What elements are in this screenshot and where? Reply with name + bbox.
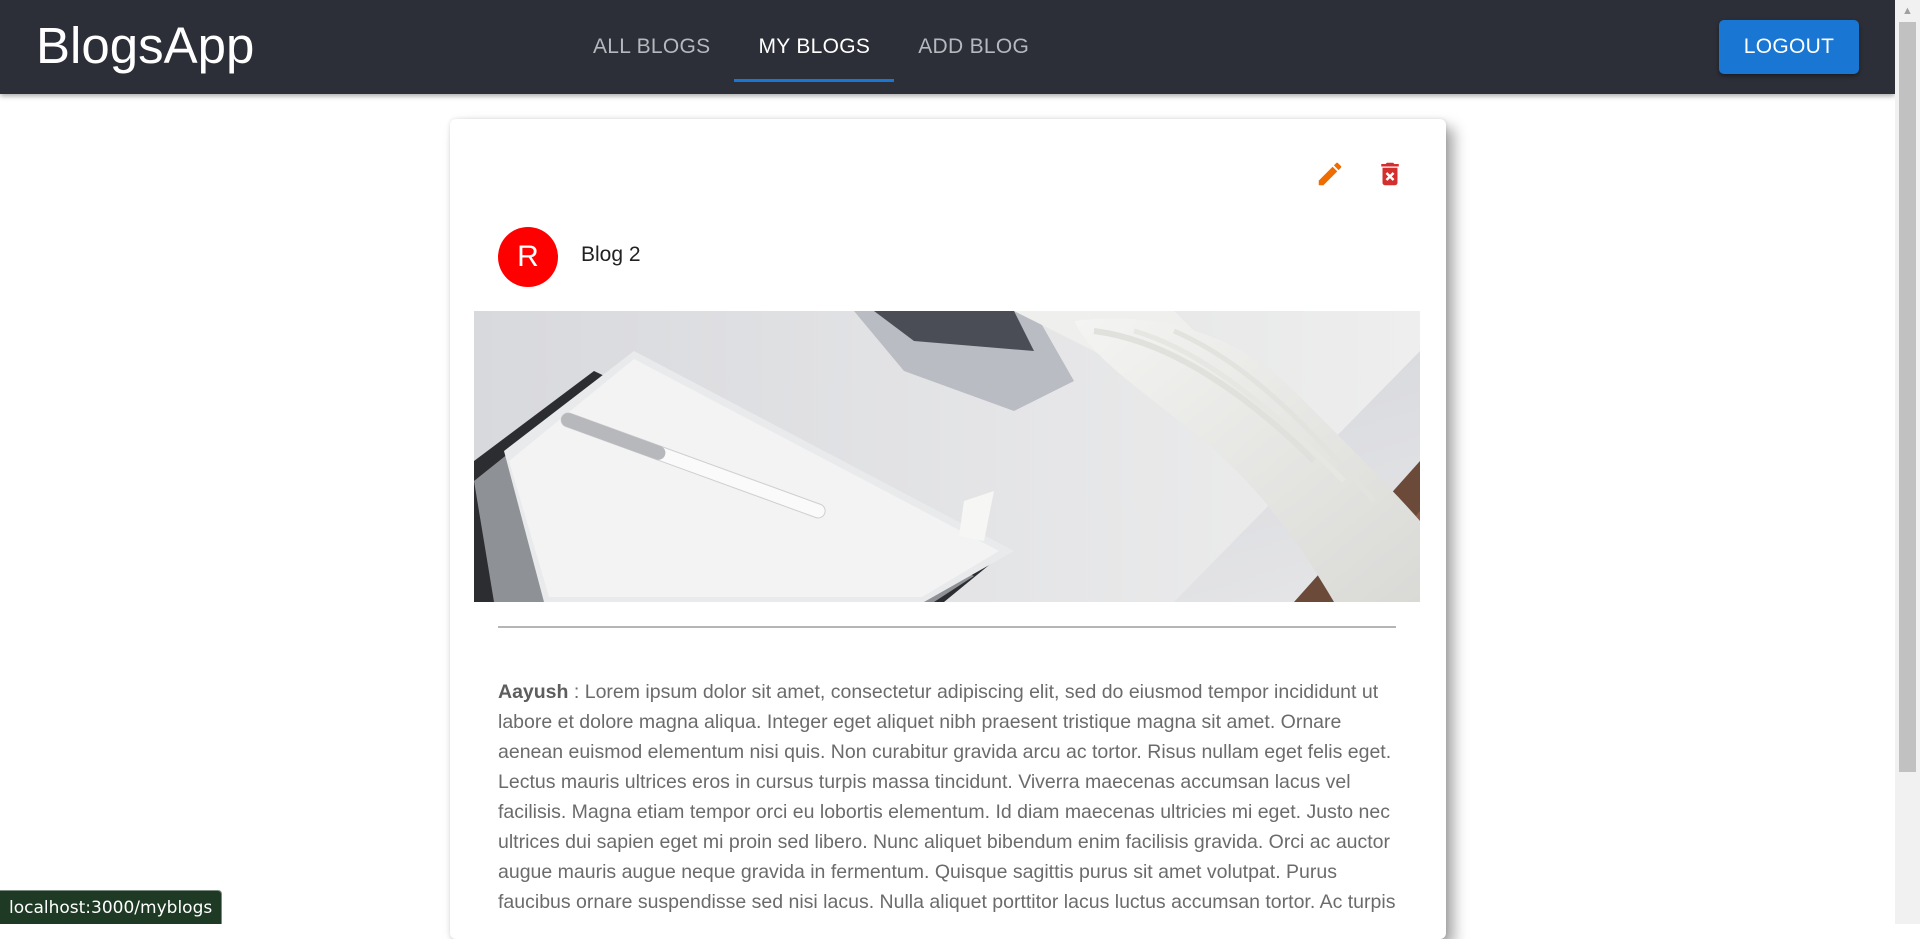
blog-author: Aayush (498, 680, 569, 703)
logout-button[interactable]: LOGOUT (1719, 20, 1859, 74)
brand-title: BlogsApp (36, 17, 255, 74)
app-bar: BlogsApp ALL BLOGS MY BLOGS ADD BLOG LOG… (0, 0, 1895, 94)
blog-description-text: Lorem ipsum dolor sit amet, consectetur … (498, 680, 1396, 913)
blog-description: Aayush : Lorem ipsum dolor sit amet, con… (498, 677, 1398, 917)
blog-title: Blog 2 (581, 243, 641, 266)
delete-button[interactable] (1368, 154, 1412, 198)
status-bar-url: localhost:3000/myblogs (0, 890, 223, 924)
tab-my-blogs[interactable]: MY BLOGS (734, 0, 894, 94)
scroll-thumb[interactable] (1899, 22, 1916, 772)
tab-add-blog[interactable]: ADD BLOG (894, 0, 1053, 94)
blog-card: R Blog 2 Aayush: Lorem ipsum dolor sit … (450, 119, 1446, 939)
scroll-up-arrow-icon[interactable]: ▲ (1895, 0, 1920, 22)
edit-button[interactable] (1308, 154, 1352, 198)
author-separator: : (568, 680, 585, 703)
vertical-scrollbar[interactable]: ▲ (1895, 0, 1920, 924)
nav-tabs: ALL BLOGS MY BLOGS ADD BLOG (569, 0, 1053, 94)
divider (498, 626, 1396, 628)
tab-all-blogs[interactable]: ALL BLOGS (569, 0, 734, 94)
pencil-icon (1315, 159, 1345, 194)
blog-image (474, 311, 1420, 602)
avatar: R (498, 227, 558, 287)
trash-icon (1375, 159, 1405, 194)
